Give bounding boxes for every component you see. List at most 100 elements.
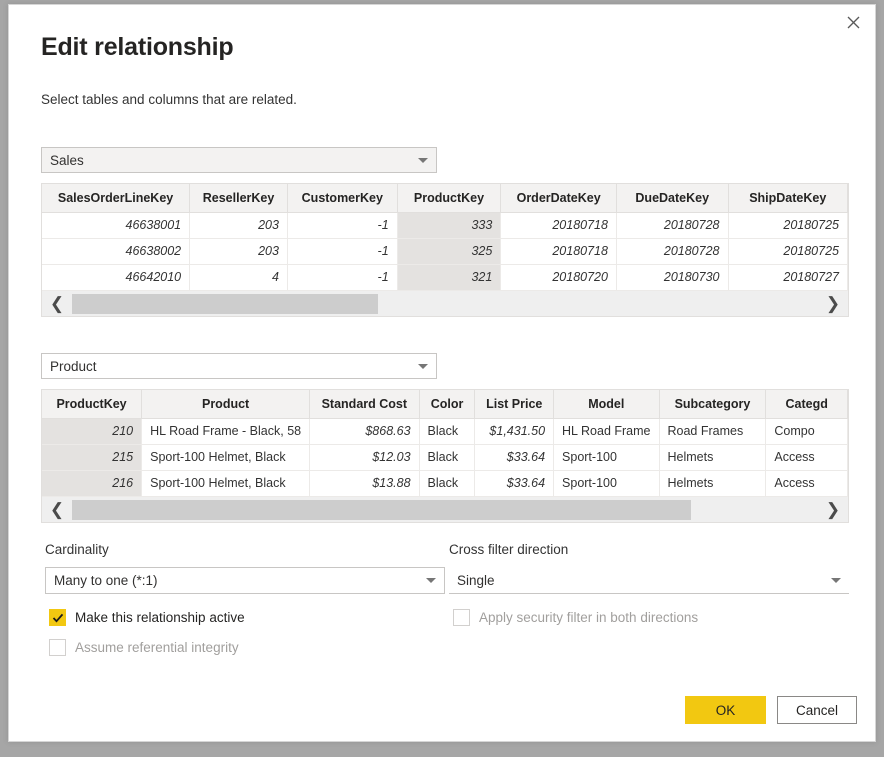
checkbox-box (453, 609, 470, 626)
table-cell: 20180730 (616, 264, 728, 290)
table-one-selector[interactable]: Sales (41, 147, 437, 173)
column-header[interactable]: Categd (766, 390, 848, 418)
checkbox-label: Assume referential integrity (75, 640, 239, 655)
column-header[interactable]: CustomerKey (287, 184, 397, 212)
table-cell: 20180720 (501, 264, 617, 290)
cross-filter-select[interactable]: Single (449, 567, 849, 594)
scroll-thumb[interactable] (72, 294, 378, 314)
table-cell: Sport-100 (554, 470, 659, 496)
chevron-down-icon (831, 578, 841, 583)
table-cell: 20180727 (728, 264, 848, 290)
table-row: 210HL Road Frame - Black, 58$868.63Black… (42, 418, 848, 444)
cross-filter-label: Cross filter direction (449, 542, 568, 557)
table-two-selector[interactable]: Product (41, 353, 437, 379)
table-cell: 203 (190, 212, 288, 238)
table-one-hscrollbar[interactable]: ❮ ❯ (41, 291, 849, 317)
scroll-right-icon[interactable]: ❯ (818, 498, 848, 522)
checkbox-label: Apply security filter in both directions (479, 610, 698, 625)
dialog-subtitle: Select tables and columns that are relat… (41, 92, 297, 107)
checkbox-label: Make this relationship active (75, 610, 245, 625)
table-cell: Road Frames (659, 418, 766, 444)
table-cell: $13.88 (310, 470, 419, 496)
table-cell: Access (766, 444, 848, 470)
table-cell: -1 (287, 264, 397, 290)
table-header-row: SalesOrderLineKeyResellerKeyCustomerKeyP… (42, 184, 848, 212)
make-relationship-active-checkbox[interactable]: Make this relationship active (49, 609, 245, 626)
column-header[interactable]: Subcategory (659, 390, 766, 418)
table-cell: HL Road Frame (554, 418, 659, 444)
table-cell: 20180728 (616, 212, 728, 238)
cardinality-value: Many to one (*:1) (54, 573, 420, 588)
scroll-right-icon[interactable]: ❯ (818, 292, 848, 316)
table-row: 466420104-1321201807202018073020180727 (42, 264, 848, 290)
table-cell: 20180718 (501, 212, 617, 238)
table-cell: 210 (42, 418, 142, 444)
table-cell: Black (419, 470, 475, 496)
table-cell: Black (419, 418, 475, 444)
table-two: ProductKeyProductStandard CostColorList … (42, 390, 848, 497)
table-cell: 20180725 (728, 212, 848, 238)
table-one: SalesOrderLineKeyResellerKeyCustomerKeyP… (42, 184, 848, 291)
table-cell: HL Road Frame - Black, 58 (142, 418, 310, 444)
table-row: 216Sport-100 Helmet, Black$13.88Black$33… (42, 470, 848, 496)
checkbox-box (49, 639, 66, 656)
column-header[interactable]: Product (142, 390, 310, 418)
table-row: 46638002203-1325201807182018072820180725 (42, 238, 848, 264)
page-title: Edit relationship (41, 33, 233, 62)
table-cell: Access (766, 470, 848, 496)
chevron-down-icon (418, 364, 428, 369)
table-cell: 215 (42, 444, 142, 470)
close-icon[interactable] (831, 5, 875, 39)
scroll-left-icon[interactable]: ❮ (42, 498, 72, 522)
table-two-selector-value: Product (50, 359, 412, 374)
table-cell: -1 (287, 212, 397, 238)
table-cell: 46638002 (42, 238, 190, 264)
scroll-track[interactable] (72, 500, 818, 520)
column-header[interactable]: DueDateKey (616, 184, 728, 212)
scroll-left-icon[interactable]: ❮ (42, 292, 72, 316)
cardinality-select[interactable]: Many to one (*:1) (45, 567, 445, 594)
ok-button[interactable]: OK (685, 696, 766, 724)
column-header[interactable]: ShipDateKey (728, 184, 848, 212)
table-cell: Helmets (659, 444, 766, 470)
column-header[interactable]: SalesOrderLineKey (42, 184, 190, 212)
column-header[interactable]: Standard Cost (310, 390, 419, 418)
chevron-down-icon (418, 158, 428, 163)
table-cell: Sport-100 (554, 444, 659, 470)
scroll-thumb[interactable] (72, 500, 691, 520)
table-row: 215Sport-100 Helmet, Black$12.03Black$33… (42, 444, 848, 470)
table-cell: $1,431.50 (475, 418, 554, 444)
table-cell: 20180725 (728, 238, 848, 264)
table-cell: $33.64 (475, 470, 554, 496)
scroll-track[interactable] (72, 294, 818, 314)
column-header[interactable]: ProductKey (397, 184, 501, 212)
table-cell: $868.63 (310, 418, 419, 444)
table-row: 46638001203-1333201807182018072820180725 (42, 212, 848, 238)
column-header[interactable]: Color (419, 390, 475, 418)
checkbox-box (49, 609, 66, 626)
table-cell: -1 (287, 238, 397, 264)
table-header-row: ProductKeyProductStandard CostColorList … (42, 390, 848, 418)
table-cell: 20180718 (501, 238, 617, 264)
table-cell: Compo (766, 418, 848, 444)
column-header[interactable]: List Price (475, 390, 554, 418)
table-cell: $33.64 (475, 444, 554, 470)
table-cell: 46642010 (42, 264, 190, 290)
edit-relationship-dialog: Edit relationship Select tables and colu… (8, 4, 876, 742)
column-header[interactable]: ResellerKey (190, 184, 288, 212)
table-cell: 203 (190, 238, 288, 264)
table-cell: 321 (397, 264, 501, 290)
column-header[interactable]: OrderDateKey (501, 184, 617, 212)
table-cell: Helmets (659, 470, 766, 496)
check-icon (52, 612, 64, 624)
cross-filter-value: Single (457, 573, 825, 588)
column-header[interactable]: ProductKey (42, 390, 142, 418)
cardinality-label: Cardinality (45, 542, 109, 557)
table-one-selector-value: Sales (50, 153, 412, 168)
table-two-hscrollbar[interactable]: ❮ ❯ (41, 497, 849, 523)
table-cell: 216 (42, 470, 142, 496)
cancel-button[interactable]: Cancel (777, 696, 857, 724)
column-header[interactable]: Model (554, 390, 659, 418)
table-cell: Sport-100 Helmet, Black (142, 444, 310, 470)
close-glyph (847, 16, 860, 29)
